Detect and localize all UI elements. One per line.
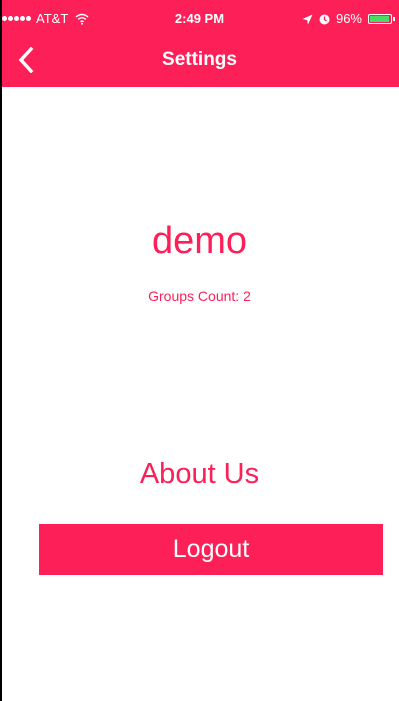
header: AT&T 2:49 PM 96% Settings [0, 0, 399, 87]
page-title: Settings [162, 49, 237, 70]
about-us-link[interactable]: About Us [0, 454, 399, 494]
logout-button[interactable]: Logout [39, 524, 383, 575]
battery-icon [368, 13, 395, 24]
screen-left-edge [0, 0, 2, 701]
nav-bar: Settings [0, 40, 399, 87]
location-arrow-icon [302, 13, 313, 25]
username-label: demo [151, 220, 248, 262]
battery-percent-label: 96% [335, 11, 362, 26]
status-bar: AT&T 2:49 PM 96% [0, 0, 399, 40]
status-right: 96% [302, 11, 395, 26]
groups-count-label: Groups Count: 2 [148, 288, 251, 304]
alarm-clock-icon [319, 13, 330, 25]
